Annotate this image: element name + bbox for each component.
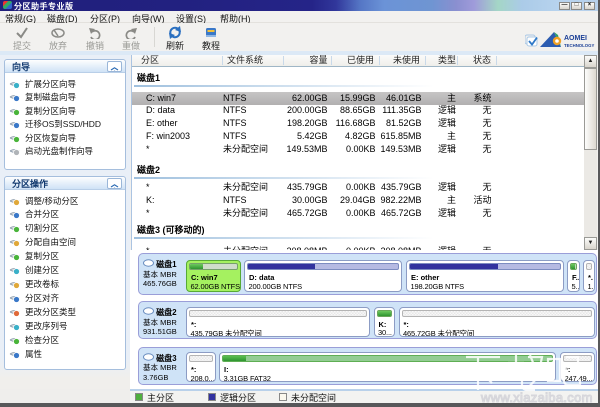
svg-text:AOMEI: AOMEI [564, 35, 587, 42]
svg-text:TECHNOLOGY: TECHNOLOGY [564, 43, 594, 48]
